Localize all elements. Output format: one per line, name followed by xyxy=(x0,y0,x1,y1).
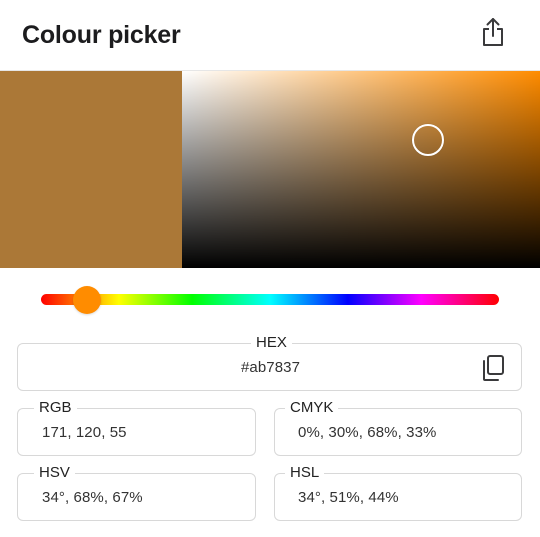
hsl-label: HSL xyxy=(285,464,325,482)
rgb-label: RGB xyxy=(34,399,77,417)
saturation-value-box[interactable] xyxy=(182,71,540,268)
cmyk-value[interactable]: 0%, 30%, 68%, 33% xyxy=(298,424,436,442)
saturation-value-handle[interactable] xyxy=(412,124,444,156)
hue-slider-thumb[interactable] xyxy=(73,286,101,314)
hex-field[interactable]: HEX #ab7837 xyxy=(17,334,523,391)
hsl-field[interactable]: HSL 34°, 51%, 44% xyxy=(274,464,522,521)
hex-value[interactable]: #ab7837 xyxy=(18,359,523,377)
hsv-field[interactable]: HSV 34°, 68%, 67% xyxy=(17,464,256,521)
hsv-value[interactable]: 34°, 68%, 67% xyxy=(42,489,143,507)
copy-button[interactable] xyxy=(480,354,506,382)
current-colour-swatch xyxy=(0,71,182,268)
copy-icon xyxy=(483,355,504,381)
cmyk-label: CMYK xyxy=(285,399,339,417)
colour-picker-area xyxy=(0,70,540,268)
rgb-field[interactable]: RGB 171, 120, 55 xyxy=(17,399,256,456)
rgb-value[interactable]: 171, 120, 55 xyxy=(42,424,127,442)
page-title: Colour picker xyxy=(22,21,181,49)
share-button[interactable] xyxy=(480,16,506,48)
hex-label: HEX xyxy=(251,334,292,352)
hsl-value[interactable]: 34°, 51%, 44% xyxy=(298,489,399,507)
value-gradient xyxy=(182,71,540,268)
header: Colour picker xyxy=(0,0,540,70)
hue-slider[interactable] xyxy=(41,294,499,305)
cmyk-field[interactable]: CMYK 0%, 30%, 68%, 33% xyxy=(274,399,522,456)
hsv-label: HSV xyxy=(34,464,75,482)
share-icon xyxy=(483,18,503,46)
